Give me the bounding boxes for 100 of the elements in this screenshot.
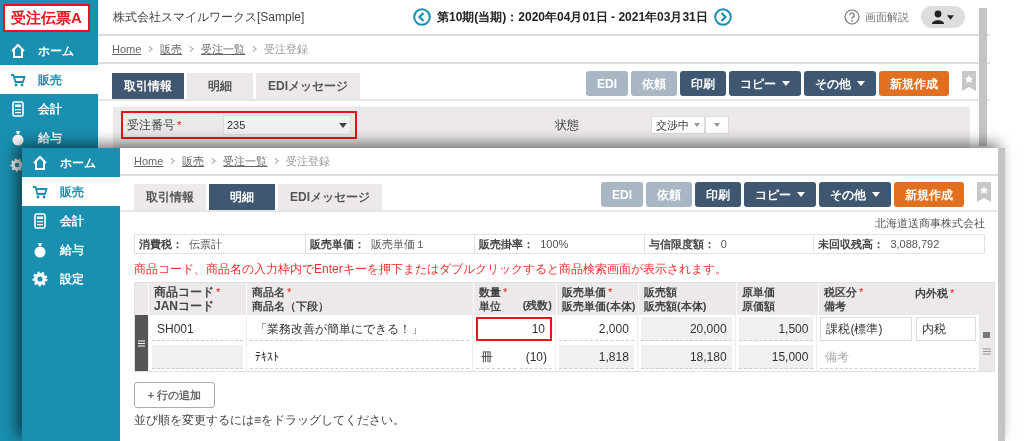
info-value: 100% [540, 236, 569, 252]
required-mark: * [859, 284, 864, 300]
hint-text: 並び順を変更するには≡をドラッグしてください。 [134, 412, 406, 430]
column-header: 内外税 [915, 286, 948, 301]
help-link[interactable]: 画面解説 [865, 8, 909, 26]
sidebar-item[interactable]: ホーム [0, 36, 98, 65]
customer-name: 北海道送商事株式会社 [875, 215, 985, 231]
column-header: JANコード [154, 298, 214, 315]
caret-icon [782, 81, 790, 86]
drag-handle[interactable] [135, 315, 148, 371]
column-header: 商品名 [252, 284, 285, 300]
company-name: 株式会社スマイルワークス[Sample] [113, 9, 306, 26]
scrollbar[interactable] [998, 148, 1005, 441]
dropdown-button[interactable]: その他 [804, 71, 876, 96]
sidebar-item[interactable]: 給与 [22, 235, 120, 264]
required-mark: * [177, 117, 182, 133]
cart-icon [10, 71, 26, 88]
breadcrumb-link[interactable]: Home [112, 40, 142, 58]
required-mark: * [287, 284, 292, 300]
calculator-icon [10, 100, 26, 117]
caret-icon [872, 192, 880, 197]
info-label: 販売掛率： [479, 236, 535, 252]
tab[interactable]: EDIメッセージ [278, 184, 382, 210]
input-field[interactable]: 内税 [916, 317, 977, 341]
chevron-icon [273, 157, 281, 165]
select-field[interactable] [705, 116, 729, 134]
info-value: 販売単価１ [370, 236, 426, 252]
tab[interactable]: 取引情報 [112, 73, 184, 99]
caret-icon [947, 14, 954, 20]
home-icon [32, 154, 48, 171]
required-mark: * [216, 284, 221, 300]
column-header: 税区分 [824, 284, 857, 300]
scrollbar[interactable] [979, 8, 987, 146]
sidebar-item[interactable]: 会計 [22, 206, 120, 235]
column-header: 原単価 [742, 284, 775, 300]
breadcrumb-link[interactable]: 販売 [160, 40, 183, 58]
button[interactable]: 印刷 [680, 71, 726, 96]
add-row-button[interactable]: + 行の追加 [134, 382, 215, 409]
column-header: (残数) [522, 297, 552, 313]
column-header: 数量 [479, 284, 501, 300]
next-icon[interactable] [713, 8, 732, 26]
input-field[interactable]: 1,818 [559, 345, 634, 369]
column-header: 備考 [824, 298, 846, 314]
chevron-icon [251, 45, 259, 53]
info-value: 伝票計 [189, 236, 222, 252]
sidebar-item[interactable]: 設定 [22, 264, 120, 293]
notice-text: 商品コード、商品名の入力枠内でEnterキーを押下またはダブルクリックすると商品検索画面が表示されます。 [134, 261, 728, 276]
tab[interactable]: 明細 [209, 184, 275, 210]
button[interactable]: 印刷 [695, 182, 741, 207]
drag-icon[interactable] [982, 347, 991, 355]
user-menu-button[interactable] [921, 6, 965, 28]
caret-icon [797, 192, 805, 197]
tab[interactable]: 明細 [187, 73, 253, 99]
dropdown-button[interactable]: コピー [729, 71, 801, 96]
help-icon[interactable] [844, 9, 860, 25]
breadcrumb-link[interactable]: 販売 [182, 152, 205, 170]
input-field[interactable]: 10 [476, 317, 552, 341]
select-field[interactable]: 235 [223, 115, 351, 135]
drag-icon [138, 339, 145, 347]
input-field[interactable]: 15,000 [738, 345, 814, 369]
required-mark: * [503, 284, 508, 300]
sidebar-item[interactable]: 販売 [0, 65, 98, 94]
previous-icon[interactable] [413, 8, 431, 26]
breadcrumb-link[interactable]: 受注一覧 [201, 40, 246, 58]
bookmark-icon[interactable] [962, 71, 976, 91]
bookmark-icon[interactable] [977, 182, 991, 202]
input-field[interactable]: 20,000 [640, 317, 732, 341]
chevron-icon [188, 45, 196, 53]
home-icon [10, 42, 26, 59]
select-field[interactable]: 交渉中 [651, 116, 705, 134]
tab[interactable]: EDIメッセージ [256, 73, 360, 99]
field-label: 受注番号 [127, 117, 175, 134]
column-header: 原価額 [742, 298, 775, 314]
info-label: 消費税： [139, 236, 183, 252]
required-mark: * [608, 284, 613, 300]
breadcrumb-current: 受注登録 [264, 41, 309, 57]
dropdown-button[interactable]: その他 [819, 182, 891, 207]
info-label: 販売単価： [309, 236, 365, 252]
sidebar-item[interactable]: 販売 [22, 177, 120, 206]
field-label: 状態 [555, 117, 579, 134]
money-bag-icon [32, 241, 48, 258]
column-header: 販売額 [644, 284, 677, 300]
dropdown-button[interactable]: コピー [744, 182, 816, 207]
sidebar-item[interactable]: 会計 [0, 94, 98, 123]
breadcrumb-link[interactable]: 受注一覧 [223, 152, 268, 170]
input-field[interactable]: 1,500 [738, 317, 814, 341]
input-field[interactable]: 課税(標準) [820, 317, 913, 341]
input-field[interactable]: 18,180 [640, 345, 732, 369]
input-field[interactable] [151, 345, 243, 369]
tab[interactable]: 取引情報 [134, 184, 206, 210]
breadcrumb-link[interactable]: Home [134, 152, 164, 170]
delete-icon[interactable] [983, 331, 990, 338]
cart-icon [32, 183, 48, 200]
caret-icon [857, 81, 865, 86]
fiscal-period: 第10期(当期)：2020年04月01日 - 2021年03月31日 [437, 9, 708, 26]
info-label: 与信限度額： [648, 236, 715, 252]
required-mark: * [950, 286, 955, 301]
chevron-icon [210, 157, 218, 165]
calculator-icon [32, 212, 48, 229]
callout-label: 受注伝票A [3, 4, 90, 32]
